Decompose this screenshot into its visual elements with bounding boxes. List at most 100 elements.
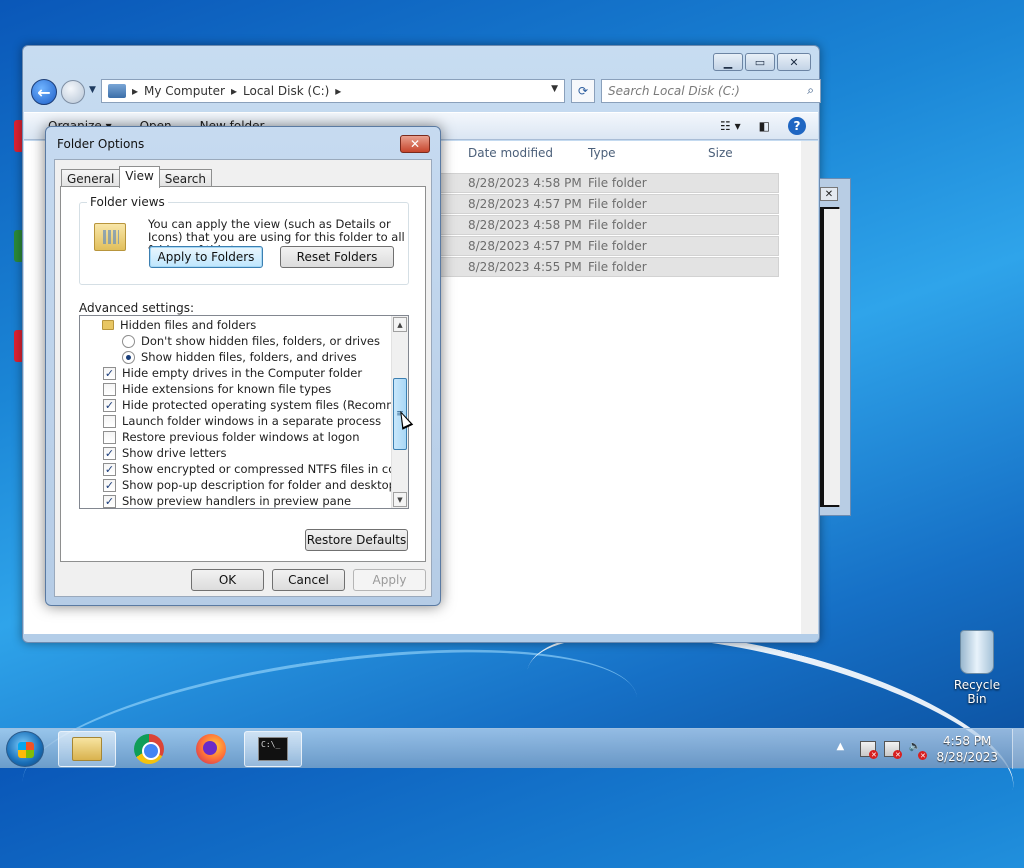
minimize-button[interactable]: ▁ (713, 53, 743, 71)
setting-label: Show encrypted or compressed NTFS files … (122, 462, 409, 476)
ok-button[interactable]: OK (191, 569, 264, 591)
column-date-modified[interactable]: Date modified (468, 141, 553, 165)
chevron-right-icon[interactable]: ▸ (335, 84, 341, 98)
breadcrumb-my-computer[interactable]: My Computer (144, 84, 225, 98)
maximize-button[interactable]: ▭ (745, 53, 775, 71)
search-input[interactable]: Search Local Disk (C:) ⌕ (601, 79, 821, 103)
checkbox[interactable] (103, 382, 116, 396)
view-options-icon[interactable]: ☷ ▾ (720, 119, 741, 133)
clock-time: 4:58 PM (943, 734, 992, 748)
table-row[interactable]: 8/28/2023 4:57 PM File folder (437, 194, 779, 214)
setting-label: Show preview handlers in preview pane (122, 494, 352, 508)
list-item[interactable]: Hide extensions for known file types (103, 381, 331, 397)
advanced-settings-list[interactable]: Hidden files and folders Don't show hidd… (79, 315, 409, 509)
setting-label: Don't show hidden files, folders, or dri… (141, 334, 381, 348)
list-item[interactable]: Launch folder windows in a separate proc… (103, 413, 381, 429)
setting-label: Hide empty drives in the Computer folder (122, 366, 363, 380)
radio-button[interactable] (122, 334, 135, 348)
close-icon[interactable]: ✕ (820, 187, 838, 201)
vertical-scrollbar[interactable] (824, 209, 840, 505)
address-dropdown-icon[interactable]: ▼ (551, 84, 558, 94)
view-tab-panel: You can apply the view (such as Details … (60, 186, 426, 562)
table-row[interactable]: 8/28/2023 4:58 PM File folder (437, 215, 779, 235)
scroll-up-icon[interactable]: ▲ (393, 317, 407, 332)
window-controls: ▁ ▭ ✕ (713, 53, 811, 71)
address-bar[interactable]: ▸ My Computer ▸ Local Disk (C:) ▸ ▼ (101, 79, 565, 103)
preview-pane-icon[interactable]: ◧ (759, 119, 770, 133)
show-hidden-icons-icon[interactable]: ▲ (836, 741, 852, 757)
apply-button[interactable]: Apply (353, 569, 426, 591)
network-icon[interactable]: ✕ (884, 741, 903, 759)
chevron-right-icon[interactable]: ▸ (231, 84, 237, 98)
list-item[interactable]: Don't show hidden files, folders, or dri… (122, 333, 380, 349)
close-button[interactable]: ✕ (777, 53, 811, 71)
taskbar-explorer[interactable] (58, 731, 116, 767)
search-icon[interactable]: ⌕ (807, 83, 814, 98)
help-icon[interactable]: ? (788, 117, 806, 135)
breadcrumb-local-disk[interactable]: Local Disk (C:) (243, 84, 329, 98)
reset-folders-button[interactable]: Reset Folders (280, 246, 394, 268)
checkbox[interactable]: ✓ (103, 366, 116, 380)
list-item[interactable]: Restore previous folder windows at logon (103, 429, 360, 445)
folder-views-label: Folder views (87, 195, 168, 209)
background-window[interactable]: ✕ (820, 178, 851, 516)
list-item[interactable]: Hidden files and folders (102, 317, 256, 333)
checkbox[interactable]: ✓ (103, 398, 116, 412)
list-item[interactable]: ✓ Hide empty drives in the Computer fold… (103, 365, 362, 381)
row-date: 8/28/2023 4:58 PM (468, 176, 582, 190)
radio-button[interactable] (122, 350, 135, 364)
list-item[interactable]: ✓ Show encrypted or compressed NTFS file… (103, 461, 409, 477)
chevron-right-icon[interactable]: ▸ (132, 84, 138, 98)
setting-label: Hide extensions for known file types (122, 382, 332, 396)
taskbar-firefox[interactable] (182, 731, 240, 767)
setting-label: Restore previous folder windows at logon (122, 430, 360, 444)
checkbox[interactable] (103, 430, 116, 444)
table-row[interactable]: 8/28/2023 4:57 PM File folder (437, 236, 779, 256)
taskbar: C:\_ ▲ ✕ ✕ 🔈 ✕ 4:58 PM 8/28/2023 (0, 728, 1024, 769)
row-type: File folder (588, 260, 647, 274)
vertical-scrollbar[interactable] (801, 141, 818, 634)
back-button[interactable]: ← (31, 79, 57, 105)
scroll-down-icon[interactable]: ▼ (393, 492, 407, 507)
cancel-button[interactable]: Cancel (272, 569, 345, 591)
list-item[interactable]: Show hidden files, folders, and drives (122, 349, 357, 365)
show-desktop-button[interactable] (1012, 729, 1024, 769)
setting-label: Show hidden files, folders, and drives (141, 350, 357, 364)
table-row[interactable]: 8/28/2023 4:58 PM File folder (437, 173, 779, 193)
apply-to-folders-button[interactable]: Apply to Folders (149, 246, 263, 268)
checkbox[interactable]: ✓ (103, 462, 116, 476)
setting-label: Launch folder windows in a separate proc… (122, 414, 382, 428)
start-button[interactable] (6, 731, 44, 767)
chrome-icon (134, 734, 164, 764)
tab-view[interactable]: View (119, 166, 160, 188)
column-size[interactable]: Size (708, 141, 733, 165)
list-item[interactable]: ✓ Hide protected operating system files … (103, 397, 408, 413)
clock-date: 8/28/2023 (936, 750, 998, 764)
taskbar-cmd[interactable]: C:\_ (244, 731, 302, 767)
row-date: 8/28/2023 4:57 PM (468, 239, 582, 253)
tab-strip: General View Search (61, 166, 213, 188)
firefox-icon (196, 734, 226, 764)
list-item[interactable]: ✓ Show drive letters (103, 445, 227, 461)
list-item[interactable]: ✓ Show preview handlers in preview pane (103, 493, 352, 508)
restore-defaults-button[interactable]: Restore Defaults (305, 529, 408, 551)
checkbox[interactable] (103, 414, 116, 428)
checkbox[interactable]: ✓ (103, 446, 116, 460)
folder-options-dialog[interactable]: Folder Options ✕ General View Search You… (45, 126, 441, 606)
volume-icon[interactable]: 🔈 ✕ (908, 741, 928, 760)
column-type[interactable]: Type (588, 141, 616, 165)
checkbox[interactable]: ✓ (103, 478, 116, 492)
taskbar-chrome[interactable] (120, 731, 178, 767)
recycle-bin[interactable]: Recycle Bin (944, 630, 1010, 706)
dialog-close-button[interactable]: ✕ (400, 135, 430, 153)
action-center-icon[interactable]: ✕ (860, 741, 879, 759)
checkbox[interactable]: ✓ (103, 494, 116, 508)
list-item[interactable]: ✓ Show pop-up description for folder and… (103, 477, 408, 493)
folder-icon (102, 320, 114, 330)
table-row[interactable]: 8/28/2023 4:55 PM File folder (437, 257, 779, 277)
recent-pages-dropdown-icon[interactable]: ▼ (89, 85, 96, 95)
dialog-title: Folder Options (57, 137, 145, 151)
clock[interactable]: 4:58 PM 8/28/2023 (936, 733, 998, 765)
forward-button[interactable] (61, 80, 85, 104)
refresh-button[interactable]: ⟳ (571, 79, 595, 103)
